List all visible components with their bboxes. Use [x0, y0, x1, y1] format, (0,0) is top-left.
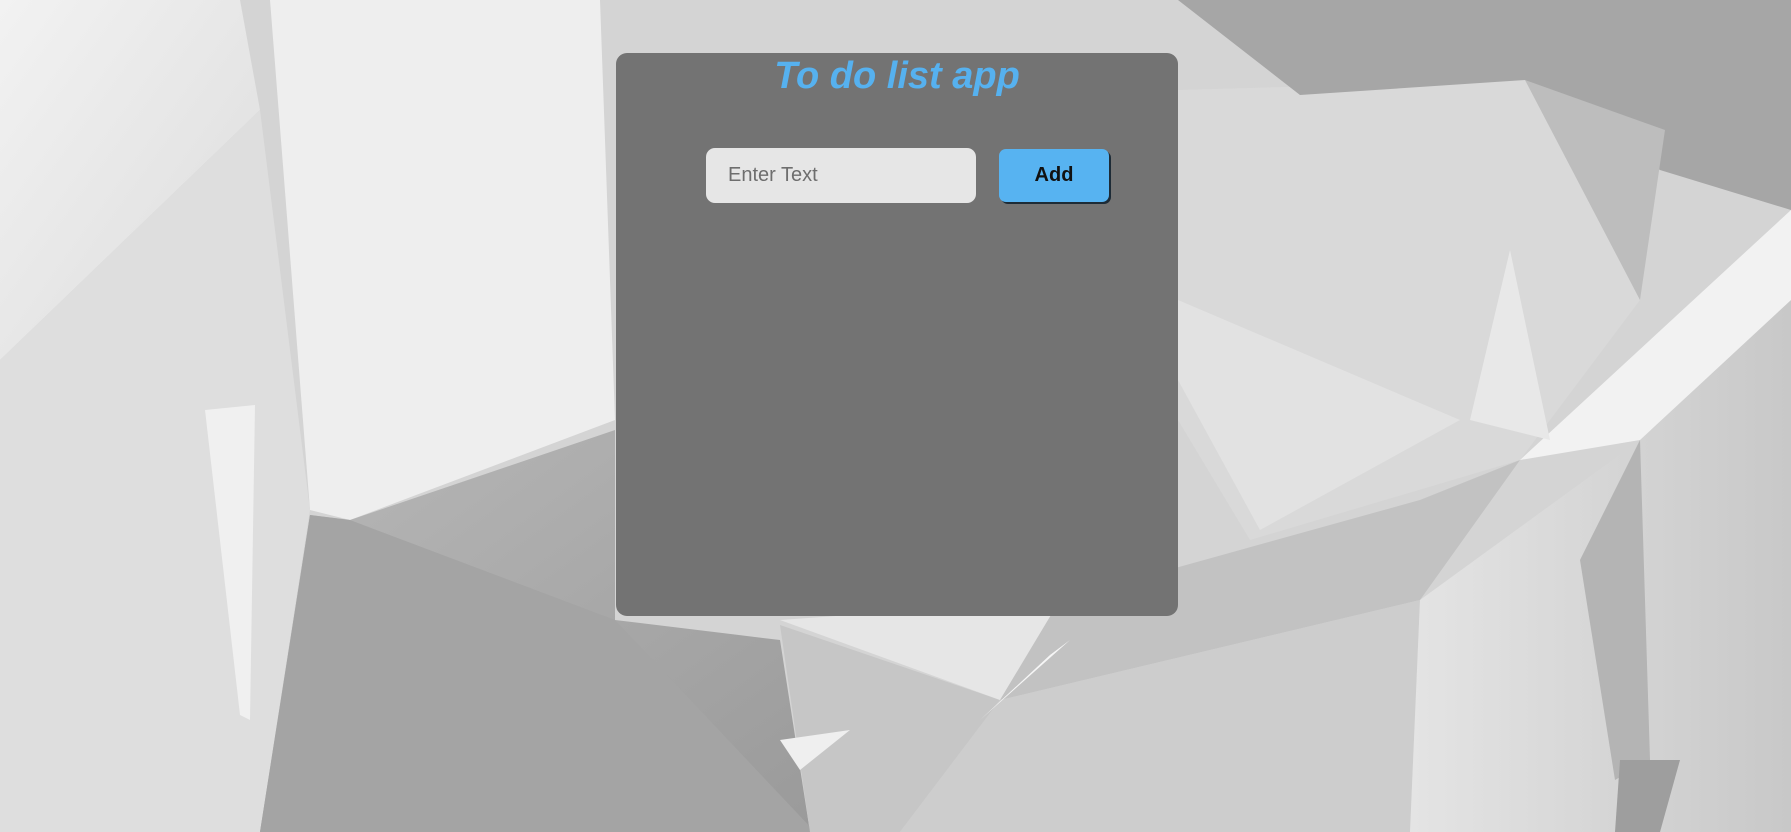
add-button[interactable]: Add [999, 149, 1109, 202]
todo-text-input[interactable] [706, 148, 976, 203]
todo-app-card: To do list app Add [616, 53, 1178, 616]
app-title: To do list app [774, 55, 1020, 97]
